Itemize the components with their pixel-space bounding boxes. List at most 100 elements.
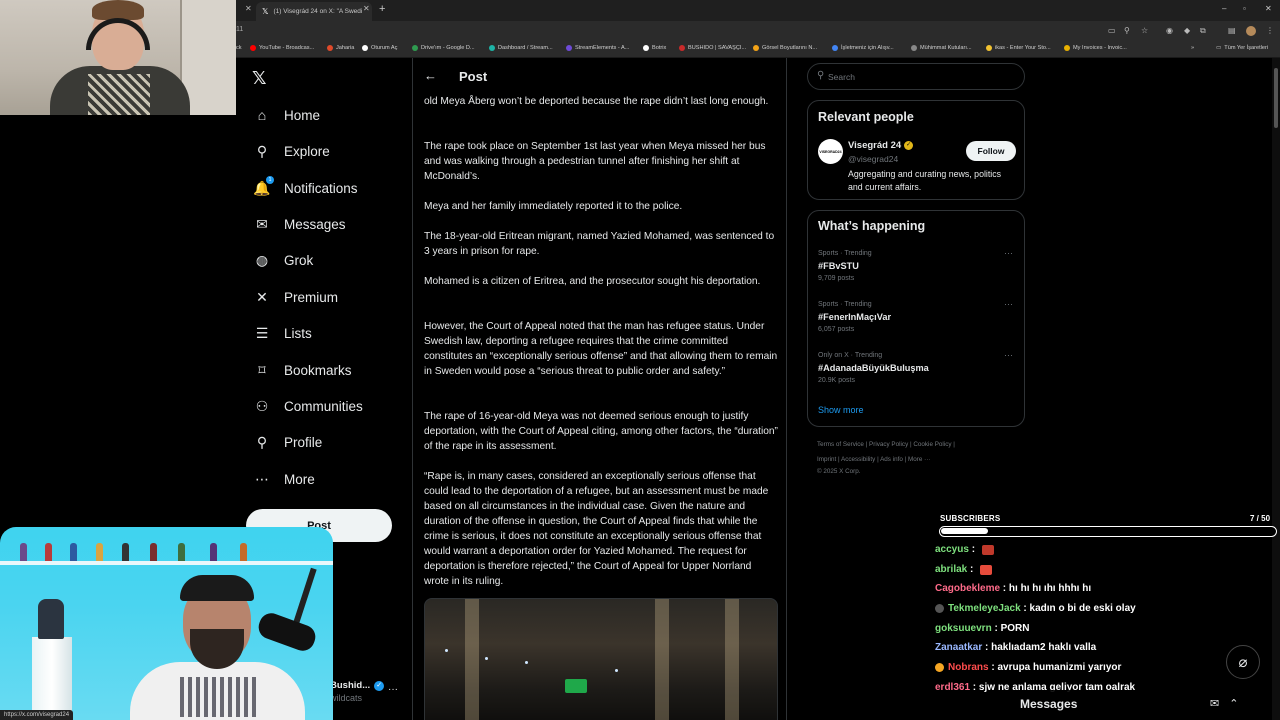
messages-drawer[interactable]: Messages ✉⌃ <box>1005 690 1262 720</box>
nav-item-grok[interactable]: ◍ Grok <box>254 247 313 273</box>
new-tab-icon[interactable]: + <box>379 3 385 15</box>
bookmark-item[interactable]: Oturum Aç <box>362 45 397 51</box>
chat-message: goksuuevrn : PORN <box>935 623 1029 634</box>
webcam-detail <box>180 575 254 601</box>
footer-links[interactable]: Terms of Service | Privacy Policy | Cook… <box>817 441 955 448</box>
nav-item-more[interactable]: ⋯ More <box>254 466 315 492</box>
nav-item-profile[interactable]: ⚲ Profile <box>254 429 322 455</box>
bookmarks-overflow-icon[interactable]: » <box>1191 45 1194 51</box>
post-paragraph: “Rape is, in many cases, considered an e… <box>424 471 769 587</box>
nav-item-bookmarks[interactable]: ⌑ Bookmarks <box>254 357 351 383</box>
maximize-icon[interactable]: ▫ <box>1243 4 1246 13</box>
more-dots-icon[interactable]: ··· <box>1004 299 1013 309</box>
nav-item-label: Premium <box>284 289 339 305</box>
bookmark-label: ikas - Enter Your Sto... <box>995 45 1051 51</box>
zoom-icon[interactable]: ⚲ <box>1124 26 1130 35</box>
puzzle-icon[interactable]: ⧉ <box>1200 26 1206 36</box>
profile-name-text: Visegrád 24 <box>848 140 902 151</box>
extension-icon[interactable]: ◆ <box>1184 26 1190 35</box>
bookmark-item[interactable]: My Invoices - Invoic... <box>1064 45 1127 51</box>
bookmark-item[interactable]: ck <box>236 45 242 51</box>
profile-name[interactable]: Visegrád 24 ✓ <box>848 140 914 151</box>
bookmark-item[interactable]: Mühimmat Kutuları... <box>911 45 972 51</box>
compose-expand-icons[interactable]: ✉⌃ <box>1210 697 1248 710</box>
x-logo-icon[interactable]: 𝕏 <box>252 68 267 89</box>
bookmark-item[interactable]: StreamElements - A... <box>566 45 629 51</box>
footer-links[interactable]: Imprint | Accessibility | Ads info | Mor… <box>817 456 930 463</box>
trend-name[interactable]: #FenerInMaçıVar <box>818 312 891 322</box>
more-dots-icon[interactable]: ··· <box>1004 248 1013 258</box>
trend-category: Only on X · Trending <box>818 352 883 359</box>
bookmark-favicon-icon <box>489 45 495 51</box>
nav-item-label: Notifications <box>284 180 358 196</box>
address-text: 11 <box>236 26 244 33</box>
browser-tab-active[interactable]: 𝕏 (1) Visegrád 24 on X: "A Swedi <box>256 2 372 21</box>
nav-item-label: Profile <box>284 434 323 450</box>
post-paragraph: The rape took place on September 1st las… <box>424 141 766 182</box>
nav-item-label: Lists <box>284 325 312 341</box>
nav-item-explore[interactable]: ⚲ Explore <box>254 138 330 164</box>
show-more-link[interactable]: Show more <box>818 405 864 415</box>
webcam-detail <box>0 561 333 565</box>
webcam-detail <box>180 677 260 717</box>
bookmark-item[interactable]: Botrix <box>643 45 666 51</box>
back-arrow-icon[interactable]: ← <box>424 68 437 83</box>
trend-name[interactable]: #FBvSTU <box>818 261 859 271</box>
star-icon[interactable]: ☆ <box>1141 26 1148 35</box>
bookmark-label: Jaharia <box>336 45 355 51</box>
cast-icon[interactable]: ▭ <box>1108 26 1116 35</box>
chat-badge-icon <box>935 663 944 672</box>
bookmark-item[interactable]: Görsel Boyutlarını N... <box>753 45 817 51</box>
bookmark-favicon-icon <box>911 45 917 51</box>
more-dots-icon[interactable]: ··· <box>1004 350 1013 360</box>
person-icon: ⚲ <box>256 433 268 450</box>
bookmark-label: Drive'ım - Google D... <box>421 45 475 51</box>
nav-item-label: More <box>284 471 315 487</box>
bookmark-item[interactable]: İşletmeniz için Alışv... <box>832 45 894 51</box>
account-name: Bushid... <box>330 680 371 691</box>
bookmark-item[interactable]: Dashboard / Stream... <box>489 45 553 51</box>
sidebar-icon[interactable]: ▤ <box>1228 26 1236 35</box>
bookmark-item[interactable]: Jaharia <box>327 45 354 51</box>
bookmark-label: Botrix <box>652 45 667 51</box>
nav-item-premium[interactable]: ✕ Premium <box>254 284 338 310</box>
profile-avatar-icon[interactable] <box>1246 26 1256 36</box>
grok-button[interactable]: ⌀ <box>1226 645 1260 679</box>
bookmark-item[interactable]: BUSHIDO | SAVAŞÇI... <box>679 45 746 51</box>
webcam-detail <box>150 543 157 561</box>
follow-button[interactable]: Follow <box>966 141 1016 161</box>
more-circle-icon: ⋯ <box>255 470 269 487</box>
menu-icon[interactable]: ⋮ <box>1266 26 1274 35</box>
close-tab-icon[interactable]: ✕ <box>245 4 252 13</box>
scrollbar[interactable] <box>1272 58 1280 720</box>
bookmark-favicon-icon <box>643 45 649 51</box>
scroll-thumb[interactable] <box>1274 68 1278 128</box>
post-image[interactable] <box>424 598 778 720</box>
other-bookmarks[interactable]: ▭ Tüm Yer İşaretleri <box>1216 45 1268 51</box>
subscribers-count: 7 / 50 <box>1250 514 1271 523</box>
notification-badge: 1 <box>266 176 274 184</box>
nav-item-notifications[interactable]: 🔔 1 Notifications <box>253 175 358 201</box>
trend-name[interactable]: #AdanadaBüyükBuluşma <box>818 363 929 373</box>
account-switcher[interactable]: Bushid... ✓ <box>330 680 385 691</box>
avatar[interactable]: VISEGRAD24 <box>818 139 843 164</box>
webcam-detail <box>178 543 185 561</box>
bookmark-item[interactable]: Drive'ım - Google D... <box>412 45 475 51</box>
bookmark-item[interactable]: ikas - Enter Your Sto... <box>986 45 1051 51</box>
close-tab-icon[interactable]: ✕ <box>363 4 370 13</box>
chat-username: TekmeleyeJack <box>948 603 1021 614</box>
close-window-icon[interactable]: ✕ <box>1265 4 1272 13</box>
more-dots-icon[interactable]: ··· <box>388 684 398 695</box>
nav-item-home[interactable]: ⌂ Home <box>254 102 320 128</box>
extension-icon[interactable]: ◉ <box>1166 26 1173 35</box>
nav-item-communities[interactable]: ⚇ Communities <box>254 393 363 419</box>
bookmark-label: Dashboard / Stream... <box>498 45 553 51</box>
nav-item-lists[interactable]: ☰ Lists <box>254 320 312 346</box>
main-timeline[interactable]: ← Post old Meya Åberg won’t be deported … <box>412 58 787 720</box>
search-input[interactable]: ⚲ Search <box>807 63 1025 90</box>
nav-item-messages[interactable]: ✉ Messages <box>254 211 345 237</box>
webcam-detail <box>96 543 103 561</box>
minimize-icon[interactable]: – <box>1222 4 1226 13</box>
panel-title: Relevant people <box>818 110 914 124</box>
bookmark-item[interactable]: YouTube - Broadcas... <box>250 45 314 51</box>
